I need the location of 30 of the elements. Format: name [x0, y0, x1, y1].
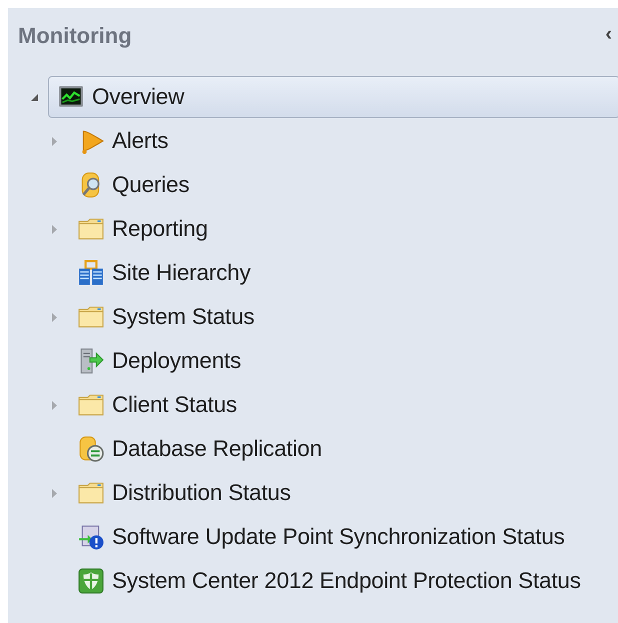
tree-item[interactable]: Client Status [68, 384, 618, 426]
tree-item[interactable]: System Center 2012 Endpoint Protection Status [68, 560, 618, 602]
shield-icon [78, 568, 104, 594]
tree-item[interactable]: Database Replication [68, 428, 618, 470]
database-sync-icon [78, 436, 104, 462]
panel-title: Monitoring [18, 22, 132, 50]
tree-item[interactable]: Deployments [68, 340, 618, 382]
folder-icon [78, 392, 104, 418]
collapse-button[interactable]: ‹ [603, 24, 614, 44]
collapse-arrow-icon[interactable] [30, 92, 38, 102]
tree-item[interactable]: Alerts [68, 120, 618, 162]
expand-arrow-icon[interactable] [50, 136, 58, 146]
folder-icon [78, 480, 104, 506]
tree-item[interactable]: Site Hierarchy [68, 252, 618, 294]
folder-icon [78, 304, 104, 330]
folder-icon [78, 216, 104, 242]
server-arrow-icon [78, 348, 104, 374]
server-info-icon [78, 524, 104, 550]
expand-arrow-icon[interactable] [50, 224, 58, 234]
tree-item[interactable]: Software Update Point Synchronization Status [68, 516, 618, 558]
tree-item[interactable]: Overview [48, 76, 618, 118]
monitor-icon [58, 84, 84, 110]
tree-item[interactable]: System Status [68, 296, 618, 338]
expand-arrow-icon[interactable] [50, 312, 58, 322]
expand-arrow-icon[interactable] [50, 400, 58, 410]
tree-item[interactable]: Reporting [68, 208, 618, 250]
tree-item[interactable]: Distribution Status [68, 472, 618, 514]
server-rack-icon [78, 260, 104, 286]
tree-item[interactable]: Queries [68, 164, 618, 206]
expand-arrow-icon[interactable] [50, 488, 58, 498]
